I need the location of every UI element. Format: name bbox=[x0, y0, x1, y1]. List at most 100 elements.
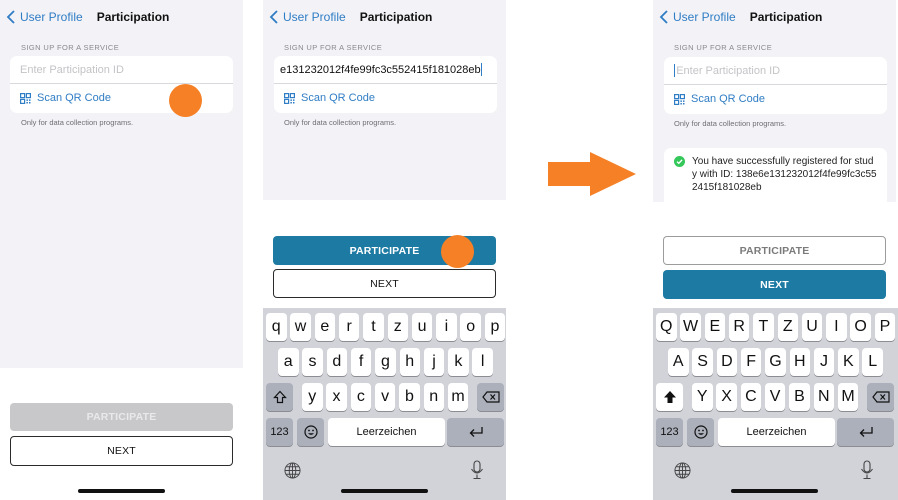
backspace-icon bbox=[481, 391, 500, 403]
key-p[interactable]: P bbox=[874, 313, 896, 341]
return-key[interactable] bbox=[447, 418, 504, 446]
key-p[interactable]: p bbox=[484, 313, 506, 341]
key-d[interactable]: D bbox=[716, 348, 738, 376]
key-g[interactable]: G bbox=[765, 348, 786, 376]
tap-indicator bbox=[441, 235, 474, 268]
key-k[interactable]: k bbox=[448, 348, 469, 376]
back-button[interactable]: User Profile bbox=[653, 10, 736, 24]
key-n[interactable]: n bbox=[423, 383, 444, 411]
key-f[interactable]: f bbox=[350, 348, 372, 376]
key-c[interactable]: C bbox=[740, 383, 762, 411]
key-e[interactable]: E bbox=[704, 313, 726, 341]
key-b[interactable]: B bbox=[789, 383, 810, 411]
hint-text: Only for data collection programs. bbox=[284, 118, 397, 127]
participate-button[interactable]: PARTICIPATE bbox=[10, 403, 233, 431]
page-title: Participation bbox=[359, 10, 433, 24]
key-n[interactable]: N bbox=[813, 383, 834, 411]
chevron-left-icon bbox=[659, 10, 668, 24]
key-o[interactable]: o bbox=[460, 313, 481, 341]
return-key[interactable] bbox=[837, 418, 894, 446]
section-label: SIGN UP FOR A SERVICE bbox=[284, 43, 383, 52]
key-j[interactable]: j bbox=[423, 348, 445, 376]
shift-key[interactable] bbox=[656, 383, 683, 411]
next-button[interactable]: NEXT bbox=[663, 270, 886, 299]
key-u[interactable]: u bbox=[411, 313, 433, 341]
key-f[interactable]: F bbox=[740, 348, 762, 376]
signup-card: Enter Participation ID Scan QR Code bbox=[664, 57, 887, 114]
participate-button[interactable]: PARTICIPATE bbox=[663, 236, 886, 265]
key-x[interactable]: X bbox=[716, 383, 737, 411]
key-l[interactable]: l bbox=[472, 348, 493, 376]
section-label: SIGN UP FOR A SERVICE bbox=[21, 43, 120, 52]
key-w[interactable]: w bbox=[290, 313, 311, 341]
key-e[interactable]: e bbox=[314, 313, 336, 341]
key-q[interactable]: q bbox=[266, 313, 287, 341]
next-button[interactable]: NEXT bbox=[273, 269, 496, 298]
globe-icon[interactable] bbox=[284, 462, 301, 484]
key-j[interactable]: J bbox=[813, 348, 835, 376]
key-r[interactable]: R bbox=[728, 313, 750, 341]
key-q[interactable]: Q bbox=[656, 313, 677, 341]
back-button[interactable]: User Profile bbox=[0, 10, 83, 24]
scan-qr-button[interactable]: Scan QR Code bbox=[274, 84, 497, 112]
numbers-key[interactable]: 123 bbox=[656, 418, 683, 446]
key-m[interactable]: M bbox=[837, 383, 859, 411]
backspace-key[interactable] bbox=[477, 383, 504, 411]
key-m[interactable]: m bbox=[447, 383, 469, 411]
emoji-key[interactable] bbox=[297, 418, 324, 446]
globe-icon[interactable] bbox=[674, 462, 691, 484]
key-v[interactable]: V bbox=[764, 383, 786, 411]
return-icon bbox=[859, 427, 873, 437]
key-y[interactable]: Y bbox=[692, 383, 713, 411]
page-title: Participation bbox=[749, 10, 823, 24]
key-c[interactable]: c bbox=[350, 383, 372, 411]
key-i[interactable]: i bbox=[436, 313, 457, 341]
microphone-icon[interactable] bbox=[860, 460, 874, 485]
key-l[interactable]: L bbox=[862, 348, 883, 376]
scan-qr-button[interactable]: Scan QR Code bbox=[664, 85, 887, 113]
back-button[interactable]: User Profile bbox=[263, 10, 346, 24]
participation-id-input[interactable]: Enter Participation ID bbox=[10, 56, 233, 84]
key-o[interactable]: O bbox=[850, 313, 871, 341]
key-s[interactable]: S bbox=[692, 348, 713, 376]
screen-1-empty: User Profile Participation SIGN UP FOR A… bbox=[0, 0, 243, 500]
key-i[interactable]: I bbox=[826, 313, 847, 341]
space-key[interactable]: Leerzeichen bbox=[718, 418, 835, 446]
emoji-key[interactable] bbox=[687, 418, 714, 446]
qr-code-icon bbox=[284, 92, 295, 104]
key-a[interactable]: a bbox=[278, 348, 299, 376]
key-h[interactable]: h bbox=[399, 348, 420, 376]
backspace-key[interactable] bbox=[867, 383, 894, 411]
participation-id-input[interactable]: Enter Participation ID bbox=[664, 57, 887, 85]
signup-card: e131232012f4fe99fc3c552415f181028eb Scan… bbox=[274, 56, 497, 113]
back-label: User Profile bbox=[283, 10, 346, 24]
back-label: User Profile bbox=[673, 10, 736, 24]
participation-id-placeholder: Enter Participation ID bbox=[676, 64, 781, 77]
key-w[interactable]: W bbox=[680, 313, 701, 341]
key-h[interactable]: H bbox=[789, 348, 810, 376]
key-t[interactable]: t bbox=[363, 313, 384, 341]
next-button[interactable]: NEXT bbox=[10, 436, 233, 466]
key-y[interactable]: y bbox=[302, 383, 323, 411]
shift-key[interactable] bbox=[266, 383, 293, 411]
key-v[interactable]: v bbox=[374, 383, 396, 411]
key-z[interactable]: Z bbox=[777, 313, 798, 341]
space-key[interactable]: Leerzeichen bbox=[328, 418, 445, 446]
microphone-icon[interactable] bbox=[470, 460, 484, 485]
emoji-icon bbox=[303, 425, 318, 439]
key-a[interactable]: A bbox=[668, 348, 689, 376]
key-b[interactable]: b bbox=[399, 383, 420, 411]
key-x[interactable]: x bbox=[326, 383, 347, 411]
success-message: You have successfully registered for stu… bbox=[664, 148, 887, 202]
key-t[interactable]: T bbox=[753, 313, 774, 341]
key-d[interactable]: d bbox=[326, 348, 348, 376]
key-z[interactable]: z bbox=[387, 313, 408, 341]
section-label: SIGN UP FOR A SERVICE bbox=[674, 43, 773, 52]
numbers-key[interactable]: 123 bbox=[266, 418, 293, 446]
key-s[interactable]: s bbox=[302, 348, 323, 376]
key-g[interactable]: g bbox=[375, 348, 396, 376]
participation-id-input[interactable]: e131232012f4fe99fc3c552415f181028eb bbox=[274, 56, 497, 84]
key-u[interactable]: U bbox=[801, 313, 823, 341]
key-r[interactable]: r bbox=[338, 313, 360, 341]
key-k[interactable]: K bbox=[838, 348, 859, 376]
